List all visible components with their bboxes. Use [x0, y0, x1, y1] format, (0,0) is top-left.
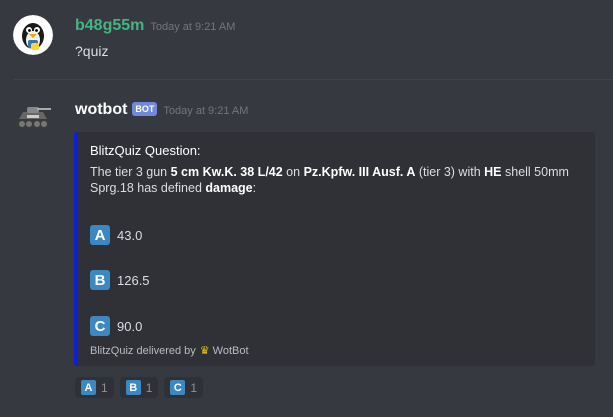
- embed-title: BlitzQuiz Question:: [90, 143, 201, 158]
- reaction-count: 1: [190, 380, 198, 395]
- embed-description: The tier 3 gun 5 cm Kw.K. 38 L/42 on Pz.…: [90, 164, 570, 196]
- reaction-count: 1: [101, 380, 108, 395]
- option-a: A 43.0: [90, 224, 142, 246]
- bot-tag: BOT: [132, 102, 158, 116]
- shell-type: HE: [484, 165, 502, 179]
- option-b: B 126.5: [90, 269, 150, 291]
- letter-a-icon: A: [90, 225, 110, 245]
- quiz-embed: BlitzQuiz Question: The tier 3 gun 5 cm …: [74, 132, 595, 366]
- user-avatar[interactable]: [13, 15, 53, 55]
- letter-a-icon: A: [81, 380, 96, 395]
- timestamp: Today at 9:21 AM: [150, 21, 236, 33]
- username-text[interactable]: wotbot: [75, 101, 127, 118]
- option-value: 126.5: [117, 272, 150, 288]
- option-value: 90.0: [117, 318, 143, 334]
- option-c: C 90.0: [90, 315, 142, 337]
- message-divider: [14, 79, 613, 80]
- letter-b-icon: B: [90, 270, 110, 290]
- stat-name: damage: [205, 181, 253, 195]
- embed-footer: BlitzQuiz delivered by ♛ WotBot: [90, 344, 249, 358]
- reaction-a[interactable]: A 1: [75, 377, 114, 398]
- penguin-avatar-icon: [13, 15, 53, 55]
- desc-text: on: [282, 165, 304, 179]
- desc-text: The tier 3 gun: [90, 165, 171, 179]
- message-text: ?quiz: [75, 43, 109, 59]
- bot-avatar[interactable]: [13, 97, 53, 137]
- footer-author: WotBot: [212, 344, 249, 357]
- timestamp: Today at 9:21 AM: [163, 105, 249, 117]
- gun-name: 5 cm Kw.K. 38 L/42: [170, 165, 283, 179]
- option-value: 43.0: [117, 227, 143, 243]
- letter-c-icon: C: [170, 380, 186, 395]
- letter-c-icon: C: [90, 316, 110, 336]
- tank-avatar-icon: [16, 107, 51, 128]
- username[interactable]: b48g55m Today at 9:21 AM: [75, 17, 235, 35]
- reaction-count: 1: [145, 380, 153, 395]
- bot-username[interactable]: wotbot BOT Today at 9:21 AM: [75, 101, 248, 119]
- footer-prefix: BlitzQuiz delivered by: [90, 344, 196, 357]
- desc-text: (tier 3) with: [415, 165, 485, 179]
- tank-name: Pz.Kpfw. III Ausf. A: [303, 165, 416, 179]
- desc-text: :: [252, 181, 257, 195]
- reactions-bar: A 1 B 1 C 1: [75, 377, 204, 398]
- crown-icon: ♛: [199, 345, 210, 357]
- reaction-b[interactable]: B 1: [119, 377, 159, 398]
- letter-b-icon: B: [125, 380, 141, 395]
- reaction-c[interactable]: C 1: [164, 377, 204, 398]
- username-text[interactable]: b48g55m: [75, 17, 144, 34]
